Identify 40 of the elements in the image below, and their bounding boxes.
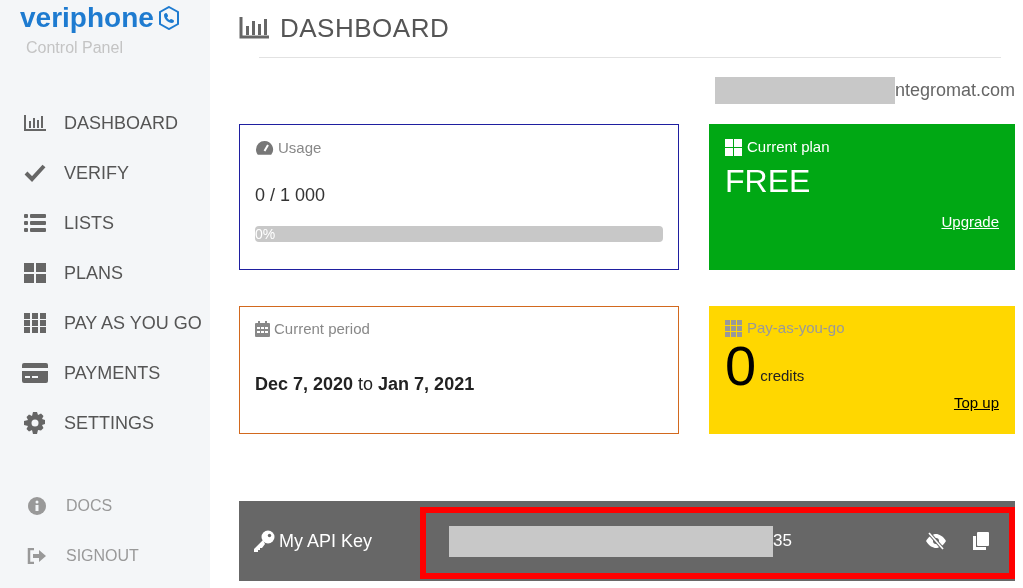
account-email: ntegromat.com [894,78,1015,102]
credit-amount: 0 [725,335,757,396]
card-title: Current plan [747,137,830,157]
copy-icon[interactable] [973,532,989,550]
top-up-link[interactable]: Top up [953,391,999,414]
phone-icon [157,6,180,30]
brand-logo: veriphone [20,2,154,34]
nav-item[interactable]: PAYMENTS [0,348,210,398]
bar-chart-icon [24,115,46,131]
plan-name: FREE [725,161,812,201]
credit-unit: credits [760,366,805,386]
usage-count: 0 / 1 000 [255,183,327,207]
nav-item[interactable]: SETTINGS [0,398,210,448]
grid-icon [24,313,46,333]
windows-grid-icon [725,138,742,156]
api-key-label: My API Key [279,529,373,553]
period-dates: Dec 7, 2020 to Jan 7, 2021 [255,372,476,396]
checkmark-icon [24,164,46,182]
list-icon [24,214,46,232]
eye-slash-icon[interactable] [925,532,947,550]
card-title: Current period [274,319,370,339]
nav-item[interactable]: VERIFY [0,148,210,198]
nav-item[interactable]: PAY AS YOU GO [0,298,210,348]
grid-icon [725,319,742,337]
large-grid-icon [24,263,46,283]
gauge-icon [255,140,274,157]
sign-out-icon [27,548,47,564]
key-icon [253,530,275,552]
calendar-icon [255,321,270,338]
card-title: Usage [278,138,322,158]
nav-item[interactable]: PLANS [0,248,210,298]
bar-chart-icon [239,17,270,39]
api-key-value: 35 [773,530,792,553]
nav-item[interactable]: LISTS [0,198,210,248]
nav-item[interactable]: DASHBOARD [0,98,210,148]
gear-icon [24,412,46,434]
card-title: Pay-as-you-go [747,318,845,338]
credit-card-icon [22,363,48,383]
page-title: DASHBOARD [280,11,450,45]
info-icon [28,497,46,515]
